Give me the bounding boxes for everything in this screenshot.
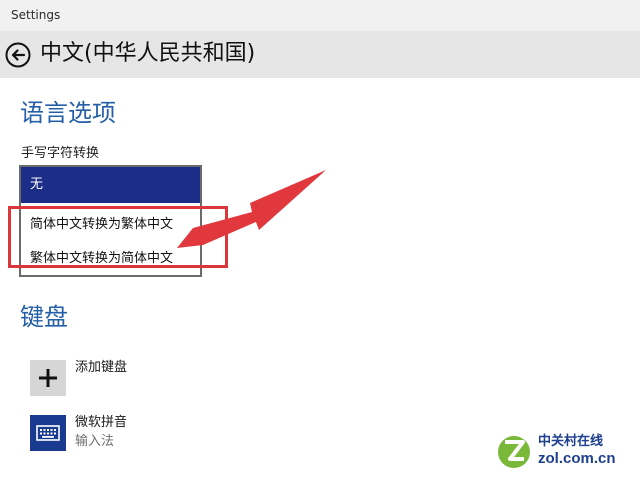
window-title: Settings: [11, 8, 61, 22]
keyboard-heading: 键盘: [20, 303, 68, 331]
keyboard-icon: [36, 425, 60, 441]
plus-icon: [39, 369, 57, 387]
handwriting-conversion-label: 手写字符转换: [21, 146, 100, 161]
watermark-site-name: 中关村在线: [538, 434, 604, 449]
keyboard-tile[interactable]: [30, 415, 66, 451]
watermark-domain: zol.com.cn: [538, 450, 616, 467]
dropdown-option-none[interactable]: 无: [21, 167, 200, 203]
back-arrow-icon[interactable]: [5, 42, 31, 68]
window-titlebar: Settings: [0, 0, 640, 31]
add-keyboard-button[interactable]: [30, 360, 66, 396]
language-options-heading: 语言选项: [20, 99, 116, 127]
keyboard-item-name[interactable]: 微软拼音: [75, 414, 127, 432]
add-keyboard-label[interactable]: 添加键盘: [75, 359, 127, 377]
keyboard-item-type: 输入法: [75, 434, 115, 449]
annotation-highlight-box: [8, 206, 228, 268]
page-title: 中文(中华人民共和国): [40, 41, 256, 66]
page-header: 中文(中华人民共和国): [0, 31, 640, 78]
